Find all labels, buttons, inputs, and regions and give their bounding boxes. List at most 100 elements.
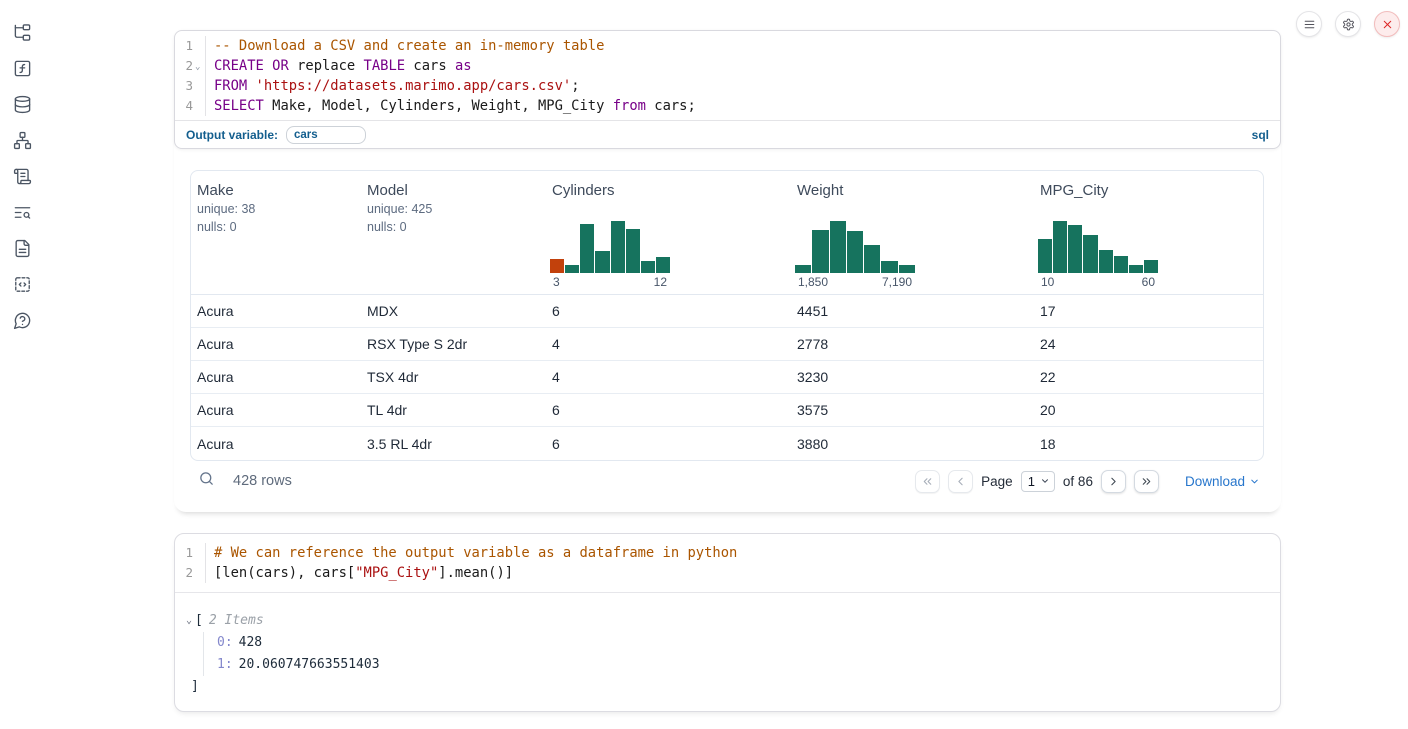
line-number: 1 [175,543,206,563]
table-cell: 17 [1034,303,1263,319]
code-line[interactable]: 2[len(cars), cars["MPG_City"].mean()] [175,563,1280,583]
python-output: ⌄ [ 2 Items 0:4281:20.060747663551403 ] [175,593,1280,698]
first-page-button[interactable] [915,470,940,493]
hist-bar[interactable] [611,221,625,273]
table-row[interactable]: AcuraRSX Type S 2dr4277824 [191,328,1263,361]
hist-bar[interactable] [830,221,846,273]
line-number: 1 [175,36,206,56]
code-line[interactable]: 1# We can reference the output variable … [175,543,1280,563]
sql-editor[interactable]: 1-- Download a CSV and create an in-memo… [174,30,1281,149]
database-icon[interactable] [13,95,32,114]
logs-search-icon[interactable] [13,203,32,222]
hist-bar[interactable] [812,230,828,273]
notebook: 1-- Download a CSV and create an in-memo… [174,0,1281,729]
document-icon[interactable] [13,239,32,258]
next-page-button[interactable] [1101,470,1126,493]
table-cell: 18 [1034,436,1263,452]
column-name: Make [197,182,355,199]
hist-bar[interactable] [656,257,670,273]
table-cell: 20 [1034,402,1263,418]
hist-bar[interactable] [580,224,594,273]
hamburger-icon [1303,18,1316,31]
rows-count: 428 rows [233,473,292,489]
collapse-chevron-icon[interactable]: ⌄ [186,610,192,632]
hist-bar[interactable] [595,251,609,273]
hist-bar[interactable] [626,229,640,273]
hist-bar[interactable] [1053,221,1067,273]
tree-entry-value: 428 [239,635,262,650]
page-label: Page [981,474,1013,489]
chevron-right-icon [1107,475,1120,488]
hist-bar[interactable] [1038,239,1052,273]
table-cell: 3880 [791,436,1034,452]
close-icon [1381,18,1394,31]
table-cell: MDX [361,303,546,319]
hist-bar[interactable] [641,261,655,273]
code-line[interactable]: 2⌄CREATE OR replace TABLE cars as [175,56,1280,76]
scroll-icon[interactable] [13,167,32,186]
tree-entry-value: 20.060747663551403 [239,657,380,672]
hist-bar[interactable] [864,245,880,273]
table-row[interactable]: AcuraTL 4dr6357520 [191,394,1263,427]
hist-bar[interactable] [1099,250,1113,273]
file-tree-icon[interactable] [13,23,32,42]
hist-bar[interactable] [1129,265,1143,273]
hist-bar[interactable] [1144,260,1158,273]
hist-bar[interactable] [899,265,915,273]
column-header[interactable]: Makeunique: 38nulls: 0 [191,171,361,294]
output-variable-input[interactable] [286,126,366,144]
code-text: -- Download a CSV and create an in-memor… [206,36,604,56]
tree-entry: 1:20.060747663551403 [217,654,1280,676]
hist-min-label: 10 [1041,275,1054,289]
data-table: Makeunique: 38nulls: 0Modelunique: 425nu… [190,170,1264,461]
column-header[interactable]: Cylinders312 [546,171,791,294]
column-header[interactable]: MPG_City1060 [1034,171,1263,294]
function-icon[interactable] [13,59,32,78]
code-text: FROM 'https://datasets.marimo.app/cars.c… [206,76,580,96]
hist-max-label: 7,190 [882,275,912,289]
line-number: 2 [175,56,206,76]
table-row[interactable]: Acura3.5 RL 4dr6388018 [191,427,1263,460]
hist-bar[interactable] [565,265,579,273]
table-cell: 6 [546,402,791,418]
column-header[interactable]: Weight1,8507,190 [791,171,1034,294]
table-cell: 24 [1034,336,1263,352]
hist-bar[interactable] [881,261,897,273]
shutdown-button[interactable] [1374,11,1400,37]
settings-button[interactable] [1335,11,1361,37]
chevron-left-icon [954,475,967,488]
hist-bar[interactable] [550,259,564,273]
tree-entry-index: 0: [217,635,233,650]
hist-bar[interactable] [847,231,863,273]
table-cell: 4 [546,369,791,385]
help-icon[interactable] [13,311,32,330]
table-row[interactable]: AcuraMDX6445117 [191,295,1263,328]
column-header[interactable]: Modelunique: 425nulls: 0 [361,171,546,294]
dependency-graph-icon[interactable] [13,131,32,150]
table-cell: 6 [546,303,791,319]
page-select[interactable]: 1 [1021,471,1055,492]
menu-button[interactable] [1296,11,1322,37]
sql-cell: 1-- Download a CSV and create an in-memo… [174,30,1281,512]
hist-bar[interactable] [1068,225,1082,273]
line-number: 2 [175,563,206,583]
last-page-button[interactable] [1134,470,1159,493]
hist-bar[interactable] [795,265,811,273]
snippets-icon[interactable] [13,275,32,294]
python-code-lines[interactable]: 1# We can reference the output variable … [175,534,1280,593]
table-row[interactable]: AcuraTSX 4dr4323022 [191,361,1263,394]
column-stat: unique: 425 [367,201,540,217]
output-variable-row: Output variable: sql [175,120,1280,148]
column-stat: nulls: 0 [367,219,540,235]
chevrons-right-icon [1140,475,1153,488]
search-icon[interactable] [198,470,215,492]
sql-code-lines[interactable]: 1-- Download a CSV and create an in-memo… [175,31,1280,120]
code-line[interactable]: 3FROM 'https://datasets.marimo.app/cars.… [175,76,1280,96]
hist-bar[interactable] [1114,256,1128,273]
code-line[interactable]: 1-- Download a CSV and create an in-memo… [175,36,1280,56]
hist-bar[interactable] [1083,235,1097,273]
prev-page-button[interactable] [948,470,973,493]
code-line[interactable]: 4SELECT Make, Model, Cylinders, Weight, … [175,96,1280,116]
fold-chevron-icon[interactable]: ⌄ [195,57,200,77]
download-button[interactable]: Download [1185,474,1260,489]
